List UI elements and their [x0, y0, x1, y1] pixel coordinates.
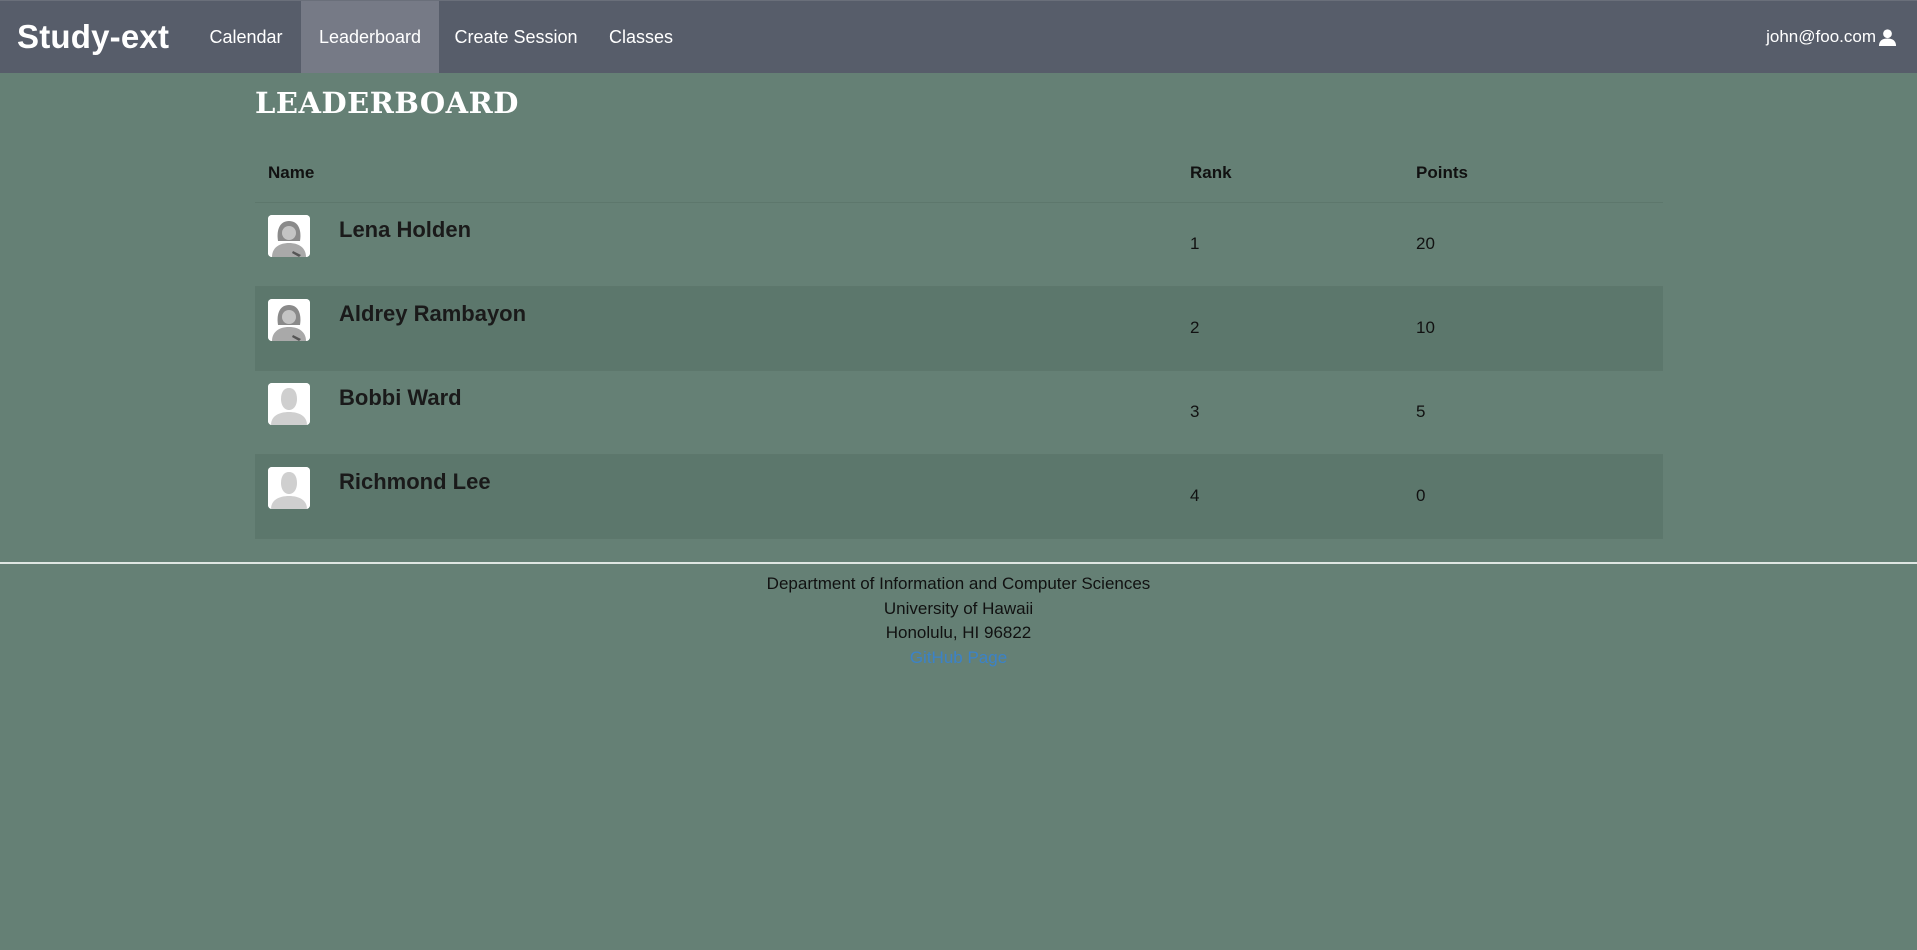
footer-department: Department of Information and Computer S… [766, 574, 1151, 593]
player-rank: 3 [1190, 402, 1200, 421]
user-menu[interactable]: john@foo.com [1766, 1, 1897, 73]
table-row: Richmond Lee 4 0 [255, 455, 1663, 539]
table-row: Aldrey Rambayon 2 10 [255, 287, 1663, 371]
player-name: Lena Holden [339, 217, 472, 242]
nav-calendar[interactable]: Calendar [194, 1, 298, 73]
page-title: LEADERBOARD [255, 86, 519, 120]
user-email: john@foo.com [1766, 27, 1876, 46]
table-row: Bobbi Ward 3 5 [255, 371, 1663, 455]
footer: Department of Information and Computer S… [0, 572, 1917, 670]
female-avatar-icon [268, 215, 310, 257]
leaderboard-table: Name Rank Points Lena Holden 1 20 Aldrey… [255, 145, 1663, 539]
column-header-rank: Rank [1190, 163, 1232, 182]
player-points: 5 [1416, 402, 1426, 421]
default-avatar-icon [268, 467, 310, 509]
table-row: Lena Holden 1 20 [255, 203, 1663, 287]
footer-university: University of Hawaii [883, 598, 1034, 618]
footer-divider [0, 562, 1917, 564]
column-header-points: Points [1416, 163, 1468, 182]
table-header: Name Rank Points [255, 145, 1663, 203]
footer-address: Honolulu, HI 96822 [885, 623, 1032, 642]
player-points: 20 [1416, 234, 1435, 253]
nav-classes[interactable]: Classes [594, 1, 688, 73]
column-header-name: Name [268, 163, 315, 182]
default-avatar-icon [268, 383, 310, 425]
player-points: 0 [1416, 486, 1426, 505]
player-name: Aldrey Rambayon [339, 301, 527, 326]
female-avatar-icon [268, 299, 310, 341]
player-rank: 4 [1190, 486, 1200, 505]
top-navbar: Study-ext Calendar Leaderboard Create Se… [0, 0, 1917, 73]
player-points: 10 [1416, 318, 1435, 337]
brand-logo[interactable]: Study-ext [17, 1, 169, 73]
player-rank: 2 [1190, 318, 1200, 337]
nav-create-session[interactable]: Create Session [442, 1, 590, 73]
nav-leaderboard[interactable]: Leaderboard [301, 1, 439, 73]
player-rank: 1 [1190, 234, 1200, 253]
player-name: Bobbi Ward [339, 385, 462, 410]
player-name: Richmond Lee [339, 469, 491, 494]
user-icon [1878, 28, 1897, 46]
github-page-link[interactable]: GitHub Page [910, 648, 1007, 667]
